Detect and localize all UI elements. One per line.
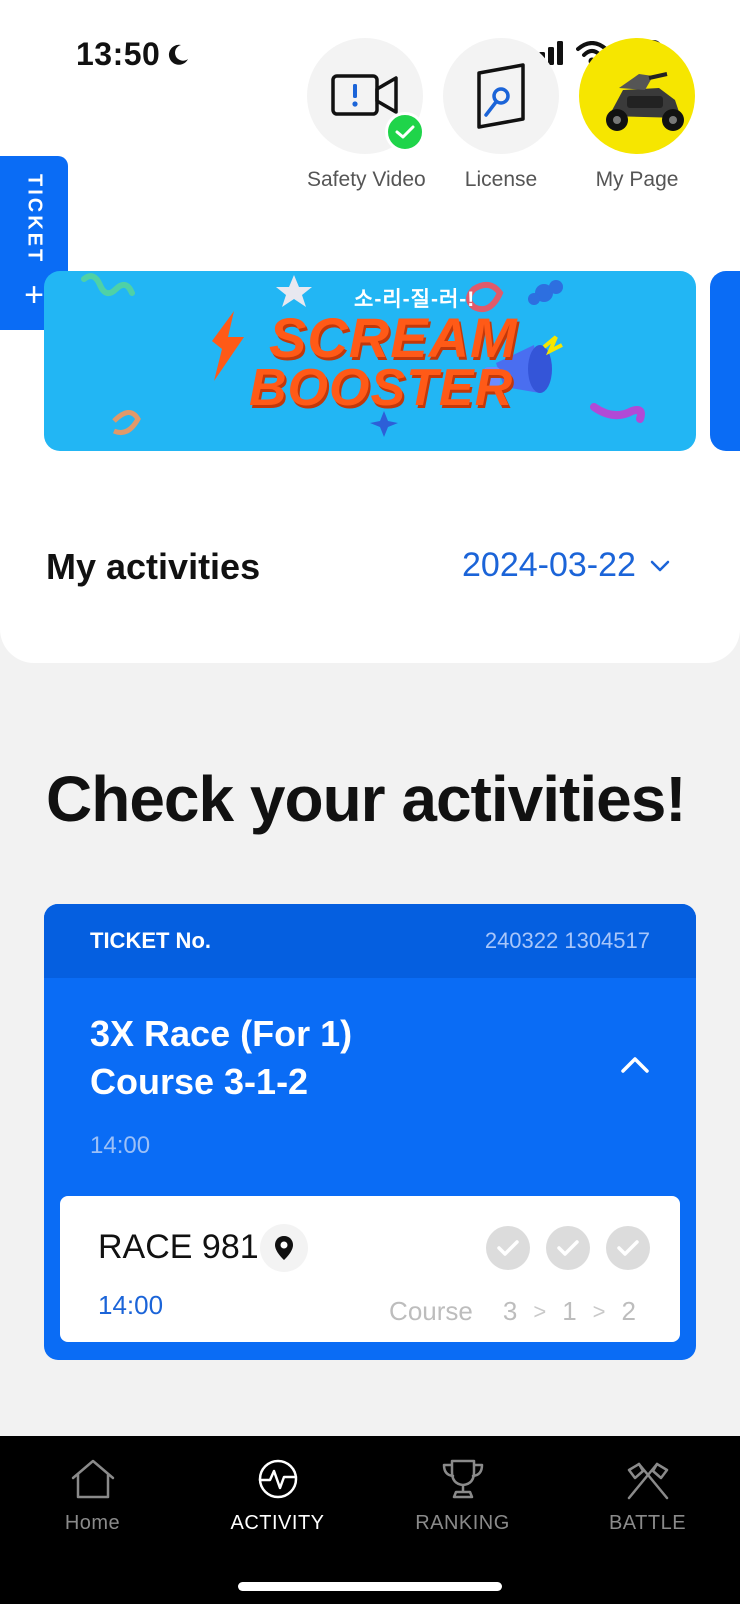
banner-title-line2: BOOSTER	[249, 359, 514, 418]
course-step: 1	[562, 1296, 577, 1326]
kart-avatar-icon	[606, 72, 684, 131]
crossed-flags-icon	[627, 1462, 668, 1500]
home-icon	[71, 1459, 114, 1499]
race-name: RACE 981	[98, 1228, 259, 1266]
ticket-tab-label: TICKET	[23, 173, 46, 265]
race-title-line2: Course 3-1-2	[90, 1061, 309, 1102]
home-indicator[interactable]	[238, 1582, 502, 1591]
course-step: 2	[621, 1296, 636, 1326]
trophy-icon	[442, 1459, 483, 1499]
ticket-body: 3X Race (For 1) Course 3-1-2 14:00	[44, 978, 696, 1160]
next-banner-peek[interactable]	[710, 271, 740, 451]
chevron-right-icon: >	[533, 1298, 547, 1324]
moon-icon	[169, 44, 189, 65]
my-page-label: My Page	[595, 168, 679, 191]
ticket-header: TICKET No. 240322 1304517	[44, 904, 696, 978]
video-alert-icon	[331, 74, 398, 116]
ticket-number-label: TICKET No.	[90, 928, 211, 953]
promo-banner[interactable]: 소-리-질-러-! SCREAM BOOSTER	[44, 271, 696, 451]
course-label: Course	[389, 1296, 473, 1326]
race-time: 14:00	[98, 1290, 164, 1320]
chevron-up-icon	[621, 1057, 649, 1073]
nav-battle[interactable]: BATTLE	[555, 1436, 740, 1604]
ticket-number-value: 240322 1304517	[484, 928, 650, 953]
course-path: Course 3 > 1 > 2	[389, 1296, 636, 1327]
chevron-right-icon: >	[592, 1298, 606, 1324]
status-time: 13:50	[76, 36, 190, 73]
race-title: 3X Race (For 1) Course 3-1-2	[90, 1010, 650, 1106]
completed-check-icon	[385, 112, 425, 152]
my-activities-heading: My activities	[46, 546, 261, 587]
collapse-button[interactable]	[618, 1048, 652, 1082]
banner-title: SCREAM BOOSTER	[219, 306, 518, 418]
page-title: Check your activities!	[46, 763, 687, 835]
activity-icon	[258, 1459, 297, 1499]
nav-ranking-label: RANKING	[415, 1512, 510, 1534]
safety-video-circle	[307, 38, 425, 154]
ticket-card: TICKET No. 240322 1304517 3X Race (For 1…	[44, 904, 696, 1360]
license-circle	[443, 38, 559, 154]
license-label: License	[464, 168, 538, 191]
race-item[interactable]: RACE 981 14:00 Course 3 > 1 > 2	[60, 1196, 680, 1342]
bottom-navigation: Home ACTIVITY RANKING BATTLE	[0, 1436, 740, 1604]
check-circle-icon	[546, 1226, 590, 1270]
race-title-line1: 3X Race (For 1)	[90, 1013, 353, 1054]
plus-icon: +	[24, 276, 44, 315]
chevron-down-icon	[650, 560, 670, 571]
nav-activity[interactable]: ACTIVITY	[185, 1436, 370, 1604]
selected-date: 2024-03-22	[462, 546, 636, 584]
course-step: 3	[502, 1296, 518, 1326]
license-button[interactable]: License	[443, 38, 559, 192]
banner-title-line1: SCREAM	[269, 306, 518, 369]
date-selector[interactable]: 2024-03-22	[462, 546, 670, 585]
clock-text: 13:50	[76, 36, 161, 72]
top-section: 13:50 Safety Video License My Page TICKE…	[0, 0, 740, 663]
lap-checks	[486, 1226, 650, 1270]
nav-battle-label: BATTLE	[608, 1512, 687, 1534]
check-circle-icon	[486, 1226, 530, 1270]
nav-ranking[interactable]: RANKING	[370, 1436, 555, 1604]
check-circle-icon	[606, 1226, 650, 1270]
safety-video-button[interactable]: Safety Video	[307, 38, 426, 192]
ticket-time: 14:00	[90, 1132, 151, 1159]
my-page-button[interactable]: My Page	[579, 38, 695, 192]
avatar	[579, 38, 695, 154]
location-pin-icon	[275, 1236, 293, 1260]
nav-activity-label: ACTIVITY	[230, 1512, 325, 1534]
nav-home-label: Home	[64, 1512, 121, 1534]
license-card-icon	[477, 63, 525, 129]
safety-video-label: Safety Video	[307, 168, 426, 191]
nav-home[interactable]: Home	[0, 1436, 185, 1604]
location-button[interactable]	[260, 1224, 308, 1272]
